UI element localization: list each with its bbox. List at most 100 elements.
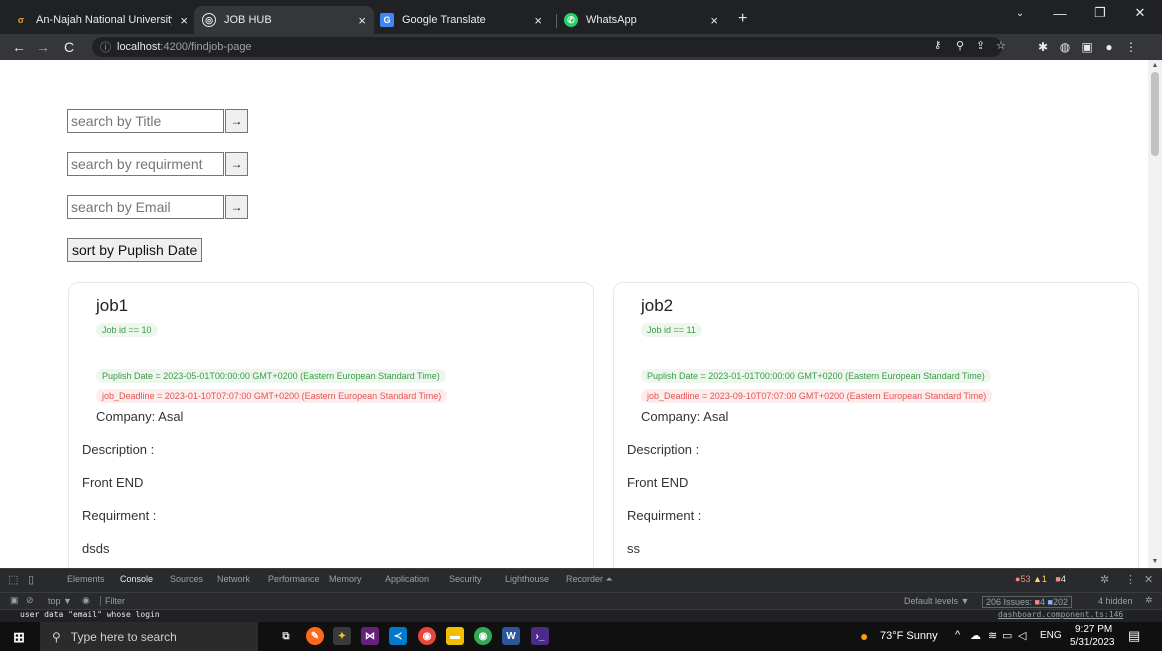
job-card: job2 Job id == 11 Puplish Date = 2023-01… — [613, 282, 1139, 568]
close-tab-icon[interactable]: × — [710, 13, 718, 28]
windows-taskbar: ⊞ ⚲ Type here to search ⧉ ✎ ✦ ⋈ ≺ ◉ ▬ ◉ … — [0, 622, 1162, 651]
devtools-tab-elements[interactable]: Elements — [67, 574, 105, 584]
tab-whatsapp[interactable]: ✆ WhatsApp × — [556, 6, 726, 34]
search-requirement-input[interactable] — [67, 152, 224, 176]
tray-cloud-icon[interactable]: ☁ — [970, 629, 981, 642]
taskbar-search-placeholder: Type here to search — [70, 629, 177, 644]
issues-button[interactable]: 206 Issues: ■4 ■202 — [982, 596, 1072, 608]
key-icon[interactable]: ⚷ — [934, 40, 941, 51]
visual-studio-app-icon[interactable]: ⋈ — [361, 627, 379, 645]
settings-gear-icon[interactable]: ✲ — [1100, 573, 1109, 586]
extension-icon[interactable]: ✱ — [1034, 38, 1052, 56]
app-paint-icon[interactable]: ✦ — [333, 627, 351, 645]
back-icon[interactable]: ← — [8, 36, 30, 58]
devtools-tab-security[interactable]: Security — [449, 574, 482, 584]
tab-label: JOB HUB — [224, 14, 272, 26]
page-scrollbar[interactable]: ▲ ▼ — [1148, 60, 1162, 568]
forward-icon[interactable]: → — [32, 36, 54, 58]
word-app-icon[interactable]: W — [502, 627, 520, 645]
devtools-tab-memory[interactable]: Memory — [329, 574, 362, 584]
devtools-more-icon[interactable]: ⋮ — [1125, 573, 1136, 586]
job-card: job1 Job id == 10 Puplish Date = 2023-05… — [68, 282, 594, 568]
site-info-icon[interactable]: ⓘ — [100, 39, 111, 55]
new-tab-button[interactable]: + — [738, 10, 747, 28]
job-id-badge: Job id == 10 — [96, 323, 158, 337]
tray-chevron-icon[interactable]: ^ — [955, 629, 960, 641]
vscode-app-icon[interactable]: ≺ — [389, 627, 407, 645]
console-settings-icon[interactable]: ✲ — [1145, 595, 1153, 606]
devtools-close-icon[interactable]: ✕ — [1144, 573, 1153, 586]
close-tab-icon[interactable]: × — [180, 13, 188, 28]
tab-an-najah[interactable]: σ An-Najah National University ten × — [6, 6, 196, 34]
search-email-input[interactable] — [67, 195, 224, 219]
scroll-up-icon[interactable]: ▲ — [1151, 62, 1159, 69]
volume-icon[interactable]: ◁ — [1018, 629, 1026, 642]
device-toggle-icon[interactable]: ▯ — [28, 573, 34, 586]
side-panel-icon[interactable]: ▣ — [1078, 38, 1096, 56]
postman-app-icon[interactable]: ✎ — [306, 627, 324, 645]
search-title-button[interactable]: → — [225, 109, 248, 133]
close-window-icon[interactable]: ✕ — [1120, 0, 1160, 26]
devtools-tab-network[interactable]: Network — [217, 574, 250, 584]
url-path: :4200/findjob-page — [160, 41, 252, 53]
scroll-down-icon[interactable]: ▼ — [1151, 558, 1159, 565]
weather-sun-icon[interactable]: ● — [860, 628, 868, 644]
search-title-row: → — [67, 109, 248, 133]
file-explorer-app-icon[interactable]: ▬ — [446, 627, 464, 645]
console-log-text: user data "email" whose login — [20, 610, 160, 619]
windows-start-icon[interactable]: ⊞ — [10, 628, 28, 646]
tab-google-translate[interactable]: G Google Translate × — [372, 6, 550, 34]
taskbar-search-box[interactable]: ⚲ Type here to search — [40, 622, 258, 651]
task-view-icon[interactable]: ⧉ — [277, 627, 295, 645]
close-tab-icon[interactable]: × — [534, 13, 542, 28]
profile-icon[interactable]: ● — [1100, 38, 1118, 56]
tab-search-icon[interactable]: ⌄ — [1000, 0, 1040, 26]
deadline-badge: job_Deadline = 2023-09-10T07:07:00 GMT+0… — [641, 389, 993, 403]
search-email-row: → — [67, 195, 248, 219]
clock-date[interactable]: 5/31/2023 — [1070, 637, 1115, 648]
requirement-label: Requirment : — [627, 508, 702, 523]
search-requirement-button[interactable]: → — [225, 152, 248, 176]
context-selector[interactable]: top ▼ — [48, 596, 72, 606]
battery-icon[interactable]: ▭ — [1002, 629, 1012, 642]
console-log-source-link[interactable]: dashboard.component.ts:146 — [998, 610, 1123, 619]
console-counters[interactable]: ●53 ▲1 ■4 — [1015, 574, 1066, 584]
log-levels-dropdown[interactable]: Default levels ▼ — [904, 596, 969, 606]
devtools-tab-console[interactable]: Console — [120, 574, 153, 584]
terminal-app-icon[interactable]: ›_ — [531, 627, 549, 645]
search-email-button[interactable]: → — [225, 195, 248, 219]
address-bar[interactable]: ⓘ localhost:4200/findjob-page ⚷ ⚲ ⇪ ☆ — [92, 37, 1006, 57]
extension-2-icon[interactable]: ◍ — [1056, 38, 1074, 56]
share-icon[interactable]: ⇪ — [976, 39, 985, 52]
sort-by-date-button[interactable]: sort by Puplish Date — [67, 238, 203, 262]
chrome-dev-app-icon[interactable]: ◉ — [474, 627, 492, 645]
devtools-tab-performance[interactable]: Performance — [268, 574, 320, 584]
chrome-app-icon[interactable]: ◉ — [418, 627, 436, 645]
browser-tab-strip: σ An-Najah National University ten × ◎ J… — [0, 0, 1162, 34]
notifications-icon[interactable]: ▤ — [1128, 628, 1140, 644]
tab-job-hub[interactable]: ◎ JOB HUB × — [194, 6, 374, 34]
search-requirement-row: → — [67, 152, 248, 176]
inspect-element-icon[interactable]: ⬚ — [8, 573, 18, 586]
clock-time[interactable]: 9:27 PM — [1075, 624, 1112, 635]
maximize-icon[interactable]: ❐ — [1080, 0, 1120, 26]
devtools-tab-recorder[interactable]: Recorder ⏶ — [566, 574, 613, 585]
scroll-thumb[interactable] — [1151, 72, 1159, 156]
clear-console-icon[interactable]: ⊘ — [26, 595, 34, 606]
devtools-tab-sources[interactable]: Sources — [170, 574, 203, 584]
close-tab-icon[interactable]: × — [358, 13, 366, 28]
devtools-tab-application[interactable]: Application — [385, 574, 429, 584]
eye-icon[interactable]: ◉ — [82, 595, 90, 606]
menu-kebab-icon[interactable]: ⋮ — [1122, 38, 1140, 56]
console-filter-input[interactable]: Filter — [100, 596, 125, 606]
bookmark-star-icon[interactable]: ☆ — [996, 39, 1006, 52]
wifi-icon[interactable]: ≋ — [988, 629, 997, 642]
search-title-input[interactable] — [67, 109, 224, 133]
weather-text[interactable]: 73°F Sunny — [880, 630, 938, 642]
zoom-icon[interactable]: ⚲ — [956, 39, 964, 52]
minimize-icon[interactable]: — — [1040, 0, 1080, 26]
sidebar-toggle-icon[interactable]: ▣ — [10, 595, 19, 606]
language-indicator[interactable]: ENG — [1040, 630, 1062, 641]
reload-icon[interactable]: C — [58, 36, 80, 58]
devtools-tab-lighthouse[interactable]: Lighthouse — [505, 574, 549, 584]
